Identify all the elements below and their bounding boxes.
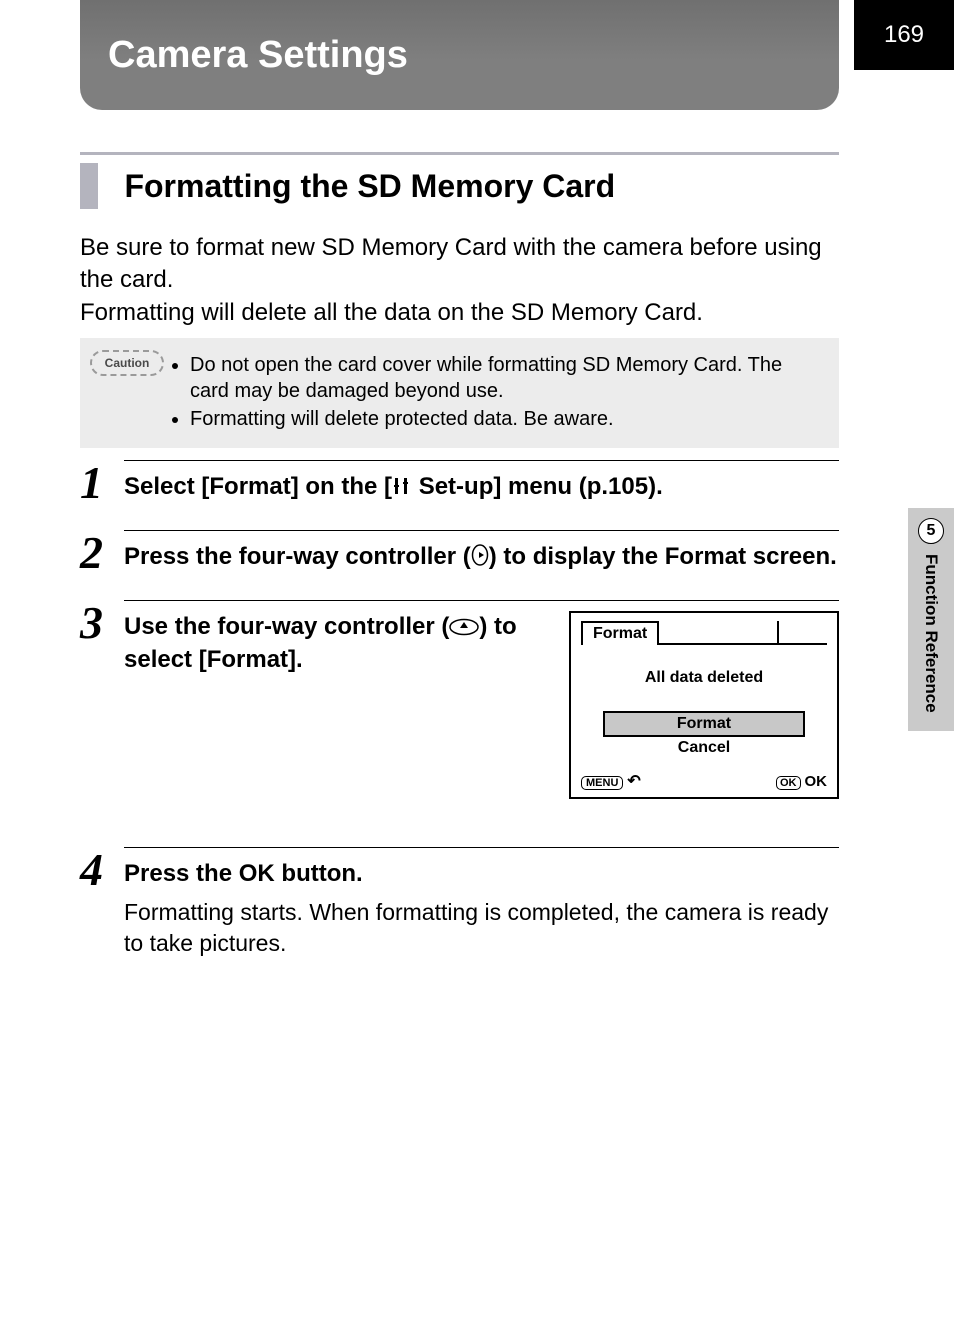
- ok-label: OK: [805, 773, 828, 790]
- intro-line-2: Formatting will delete all the data on t…: [80, 297, 839, 329]
- format-message: All data deleted: [581, 669, 827, 687]
- chapter-number: 5: [918, 518, 944, 544]
- step-1: 1 Select [Format] on the [ Set-up] menu …: [80, 460, 839, 506]
- step-number: 2: [80, 530, 124, 576]
- controller-right-icon: [471, 543, 489, 574]
- caution-box: Caution Do not open the card cover while…: [80, 338, 839, 448]
- menu-button-group: MENU ↶: [581, 771, 641, 791]
- step-body: Use the four-way controller () to select…: [124, 600, 839, 799]
- chapter-tab: 5 Function Reference: [908, 508, 954, 731]
- intro-text: Be sure to format new SD Memory Card wit…: [80, 232, 839, 329]
- ok-icon: OK: [239, 860, 275, 887]
- intro-line-1: Be sure to format new SD Memory Card wit…: [80, 232, 839, 297]
- return-icon: ↶: [627, 773, 640, 790]
- ok-button-icon: OK: [776, 776, 801, 790]
- step-title: Press the OK button.: [124, 858, 839, 889]
- controller-up-icon: [449, 613, 479, 644]
- caution-item: Formatting will delete protected data. B…: [190, 406, 823, 432]
- page-header: Camera Settings: [80, 0, 839, 110]
- step-4: 4 Press the OK button. Formatting starts…: [80, 847, 839, 959]
- ok-button-group: OK OK: [776, 773, 827, 790]
- step-number: 1: [80, 460, 124, 506]
- format-tab: Format: [581, 621, 659, 645]
- chapter-label: Function Reference: [921, 554, 941, 713]
- step-body: Press the OK button. Formatting starts. …: [124, 847, 839, 959]
- format-option-cancel: Cancel: [581, 737, 827, 759]
- setup-icon: [392, 473, 412, 504]
- page-number: 169: [854, 0, 954, 70]
- caution-label-text: Caution: [105, 356, 150, 370]
- format-option-format: Format: [603, 711, 805, 737]
- format-tab-row: Format: [581, 621, 827, 645]
- steps-list: 1 Select [Format] on the [ Set-up] menu …: [80, 460, 839, 983]
- step-number: 4: [80, 847, 124, 959]
- manual-page: 169 Camera Settings Formatting the SD Me…: [0, 0, 954, 1329]
- caution-item: Do not open the card cover while formatt…: [190, 352, 823, 404]
- step-description: Formatting starts. When formatting is co…: [124, 897, 839, 959]
- page-title: Camera Settings: [108, 34, 408, 77]
- step-3: 3 Use the four-way controller () to sele…: [80, 600, 839, 799]
- step-title: Press the four-way controller () to disp…: [124, 541, 839, 574]
- section-accent-bar: [80, 163, 98, 209]
- step-number: 3: [80, 600, 124, 799]
- page-number-text: 169: [884, 21, 924, 49]
- step-2: 2 Press the four-way controller () to di…: [80, 530, 839, 576]
- section-rule: [80, 152, 839, 155]
- step-title: Use the four-way controller () to select…: [124, 611, 545, 675]
- format-screen: Format All data deleted Format Cancel ME…: [569, 611, 839, 799]
- step-body: Select [Format] on the [ Set-up] menu (p…: [124, 460, 839, 506]
- step-body: Press the four-way controller () to disp…: [124, 530, 839, 576]
- step-title: Select [Format] on the [ Set-up] menu (p…: [124, 471, 839, 504]
- section-title: Formatting the SD Memory Card: [124, 168, 615, 205]
- section-heading: Formatting the SD Memory Card: [80, 152, 839, 209]
- format-footer: MENU ↶ OK OK: [581, 771, 827, 791]
- caution-icon: Caution: [96, 356, 158, 370]
- menu-button-icon: MENU: [581, 776, 623, 790]
- caution-list: Do not open the card cover while formatt…: [170, 352, 823, 434]
